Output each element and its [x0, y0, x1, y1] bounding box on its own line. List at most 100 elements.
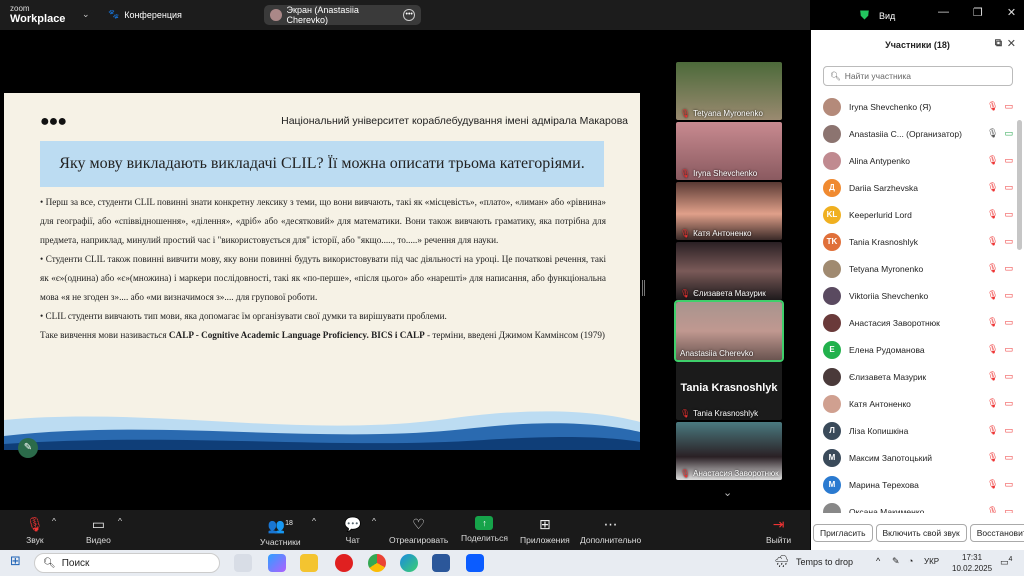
- video-tile[interactable]: 🎙︎ Єлизавета Мазурик: [676, 242, 782, 300]
- notifications-icon[interactable]: ▭4: [1000, 556, 1012, 568]
- participant-name: Keeperlurid Lord: [849, 209, 912, 220]
- participant-list: Iryna Shevchenko (Я) 🎙︎ ▭ Anastasiia C... (…: [811, 93, 1016, 513]
- unmute-self-button[interactable]: Включить свой звук: [875, 524, 967, 542]
- participant-name: Анастасия Заворотнюк: [849, 317, 940, 328]
- share-button[interactable]: ↑ Поделиться: [461, 516, 508, 543]
- participant-row[interactable]: Л Ліза Копишкіна 🎙︎ ▭: [823, 417, 1013, 444]
- mic-muted-icon: 🎙︎: [987, 101, 999, 111]
- more-icon[interactable]: •••: [403, 9, 415, 21]
- avatar: [823, 97, 841, 116]
- mic-muted-icon: 🎙︎: [987, 263, 999, 273]
- chevron-up-icon[interactable]: ^: [52, 516, 56, 526]
- leave-button[interactable]: ⇥ Выйти: [766, 516, 791, 545]
- participant-row[interactable]: Tetyana Myronenko 🎙︎ ▭: [823, 255, 1013, 282]
- camera-off-icon: ▭: [1004, 452, 1013, 462]
- participant-name: Максим Запотоцький: [849, 452, 932, 463]
- audio-button[interactable]: 🎙︎ Звук: [26, 516, 44, 545]
- invite-button[interactable]: Пригласить: [813, 524, 873, 542]
- view-button[interactable]: Вид: [879, 11, 895, 21]
- language-indicator[interactable]: УКР: [924, 557, 939, 566]
- annotate-icon[interactable]: ✎: [18, 438, 38, 458]
- participant-row[interactable]: Alina Antypenko 🎙︎ ▭: [823, 147, 1013, 174]
- splitter-handle[interactable]: [642, 280, 645, 296]
- camera-off-icon: ▭: [1004, 263, 1013, 273]
- participant-row[interactable]: KL Keeperlurid Lord 🎙︎ ▭: [823, 201, 1013, 228]
- participant-name: Марина Терехова: [849, 479, 919, 490]
- taskbar-search[interactable]: 🔍︎ Поиск: [34, 553, 220, 573]
- pen-icon[interactable]: ✎: [892, 556, 900, 567]
- avatar: [270, 9, 282, 21]
- maximize-icon[interactable]: ❐: [973, 6, 983, 19]
- react-button[interactable]: ♡ Отреагировать: [389, 516, 448, 545]
- participant-row[interactable]: Єлизавета Мазурик 🎙︎ ▭: [823, 363, 1013, 390]
- participant-row[interactable]: Д Dariia Sarzhevska 🎙︎ ▭: [823, 174, 1013, 201]
- minimize-icon[interactable]: —: [938, 6, 949, 19]
- participant-row[interactable]: Viktoriia Shevchenko 🎙︎ ▭: [823, 282, 1013, 309]
- mic-muted-icon: 🎙︎: [987, 398, 999, 408]
- participant-row[interactable]: М Максим Запотоцький 🎙︎ ▭: [823, 444, 1013, 471]
- avatar: Е: [823, 340, 841, 359]
- video-tile[interactable]: Tania Krasnoshlyk 🎙︎ Tania Krasnoshlyk: [676, 362, 782, 420]
- camera-off-icon: ▭: [1004, 425, 1013, 435]
- participant-row[interactable]: М Марина Терехова 🎙︎ ▭: [823, 471, 1013, 498]
- participant-row[interactable]: Оксана Макименко 🎙︎ ▭: [823, 498, 1013, 513]
- chevron-up-icon[interactable]: ^: [118, 516, 122, 526]
- participant-row[interactable]: Anastasiia C... (Организатор) 🎙︎ ▭: [823, 120, 1013, 147]
- windows-start-icon[interactable]: ⊞: [10, 553, 21, 569]
- slide-body: • Перш за все, студенти CLIL повинні зна…: [40, 193, 606, 345]
- search-input[interactable]: 🔍︎ Найти участника: [823, 66, 1013, 86]
- word-icon[interactable]: [432, 554, 450, 572]
- mic-muted-icon: 🎙︎: [987, 290, 999, 300]
- participant-row[interactable]: Анастасия Заворотнюк 🎙︎ ▭: [823, 309, 1013, 336]
- edge-icon[interactable]: [400, 554, 418, 572]
- video-tile[interactable]: 🎙︎ Iryna Shevchenko: [676, 122, 782, 180]
- file-explorer-icon[interactable]: [300, 554, 318, 572]
- video-tile[interactable]: 🎙︎ Катя Антоненко: [676, 182, 782, 240]
- shield-icon[interactable]: ⛊: [860, 8, 869, 23]
- clock[interactable]: 17:31 10.02.2025: [952, 552, 992, 574]
- close-icon[interactable]: ✕: [1007, 6, 1016, 19]
- camera-off-icon: ▭: [1004, 398, 1013, 408]
- chevron-up-icon[interactable]: ^: [372, 516, 376, 526]
- more-icon: ⋯: [603, 516, 618, 532]
- chat-button[interactable]: 💬 Чат: [344, 516, 361, 545]
- avatar: [823, 259, 841, 278]
- participant-name: Катя Антоненко: [849, 398, 911, 409]
- zoom-logo[interactable]: zoom Workplace: [10, 4, 65, 25]
- video-button[interactable]: ▭ Видео: [86, 516, 111, 545]
- scrollbar[interactable]: [1017, 120, 1022, 250]
- close-icon[interactable]: ✕: [1007, 37, 1016, 50]
- participants-icon: 👥18: [267, 517, 293, 534]
- restore-button[interactable]: Восстановить: [969, 524, 1024, 542]
- camera-off-icon: ▭: [1004, 371, 1013, 381]
- apps-button[interactable]: ⊞ Приложения: [520, 516, 570, 545]
- screen-share-pill[interactable]: Экран (Anastasiia Cherevko) •••: [264, 5, 421, 25]
- conference-menu[interactable]: 🐾 Конференция: [108, 9, 182, 20]
- wifi-icon[interactable]: ◔: [908, 556, 913, 566]
- task-view-icon[interactable]: [234, 554, 252, 572]
- more-button[interactable]: ⋯ Дополнительно: [580, 516, 641, 545]
- chevron-up-icon[interactable]: ^: [312, 516, 316, 526]
- popout-icon[interactable]: ⧉: [995, 38, 1002, 49]
- opera-icon[interactable]: [335, 554, 353, 572]
- video-tile[interactable]: 🎙︎ Анастасия Заворотнюк: [676, 422, 782, 480]
- participant-row[interactable]: Iryna Shevchenko (Я) 🎙︎ ▭: [823, 93, 1013, 120]
- avatar: Л: [823, 421, 841, 440]
- participant-row[interactable]: Катя Антоненко 🎙︎ ▭: [823, 390, 1013, 417]
- share-screen-icon: ↑: [475, 516, 494, 530]
- chevron-down-icon[interactable]: ⌄: [723, 486, 732, 499]
- avatar: [823, 151, 841, 170]
- participants-button[interactable]: 👥18 Участники: [260, 516, 301, 547]
- weather-text[interactable]: Temps to drop: [796, 557, 853, 567]
- shared-slide: ●●● Національний університет кораблебуду…: [4, 93, 640, 450]
- video-tile[interactable]: 🎙︎ Tetyana Myronenko: [676, 62, 782, 120]
- chevron-down-icon[interactable]: ⌄: [82, 9, 90, 20]
- chrome-icon[interactable]: [368, 554, 386, 572]
- chevron-up-icon[interactable]: ^: [876, 556, 880, 566]
- video-tile-active[interactable]: Anastasiia Cherevko: [674, 300, 784, 362]
- participant-row[interactable]: Е Елена Рудоманова 🎙︎ ▭: [823, 336, 1013, 363]
- participant-row[interactable]: TK Tania Krasnoshlyk 🎙︎ ▭: [823, 228, 1013, 255]
- leave-icon: ⇥: [772, 516, 785, 532]
- zoom-app-icon[interactable]: [466, 554, 484, 572]
- copilot-icon[interactable]: [268, 554, 286, 572]
